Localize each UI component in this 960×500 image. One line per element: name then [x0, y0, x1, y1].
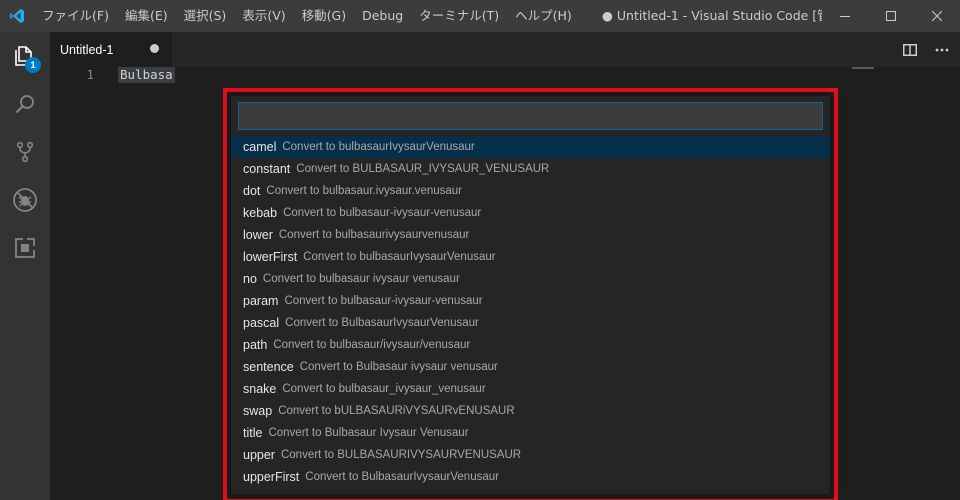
quick-pick-item-label: sentence [243, 360, 294, 374]
quick-pick-item-label: pascal [243, 316, 280, 330]
menu-item[interactable]: ファイル(F) [34, 0, 117, 32]
split-editor-button[interactable] [895, 32, 925, 67]
quick-pick-item-description: Convert to BULBASAURIVYSAURVENUSAUR [280, 449, 522, 461]
quick-pick-item-description: Convert to BulbasaurIvysaurVenusaur [285, 317, 479, 329]
quick-pick-item-description: Convert to bulbasaur.ivysaur.venusaur [266, 185, 463, 197]
activity-bar: 1 [0, 32, 50, 500]
extensions-icon [15, 238, 35, 258]
minimize-button[interactable] [822, 0, 868, 32]
quick-pick-item-label: camel [243, 140, 277, 154]
quick-pick-item-param[interactable]: param Convert to bulbasaur-ivysaur-venusa… [231, 290, 830, 312]
quick-pick-item-description: Convert to bulbasaur-ivysaur-venusaur [284, 295, 483, 307]
debug-button[interactable] [0, 176, 50, 224]
vscode-logo-icon [0, 0, 34, 32]
tab-untitled-1[interactable]: Untitled-1 [50, 32, 172, 67]
quick-pick: camel Convert to bulbasaurIvysaurVenusaur… [231, 96, 830, 494]
debug-icon [13, 188, 37, 212]
menu-item[interactable]: 移動(G) [294, 0, 354, 32]
split-editor-icon [903, 43, 917, 56]
menu-item[interactable]: 編集(E) [117, 0, 176, 32]
quick-pick-item-label: param [243, 294, 279, 308]
tab-label: Untitled-1 [60, 42, 114, 57]
title-bar: ファイル(F) 編集(E) 選択(S) 表示(V) 移動(G) Debug ターミナル(T)… [0, 0, 960, 32]
menu-item[interactable]: 選択(S) [176, 0, 235, 32]
quick-pick-item-snake[interactable]: snake Convert to bulbasaur_ivysaur_venusa… [231, 378, 830, 400]
quick-pick-item-label: upperFirst [243, 470, 300, 484]
quick-pick-item-kebab[interactable]: kebab Convert to bulbasaur-ivysaur-venusa… [231, 202, 830, 224]
extensions-button[interactable] [0, 224, 50, 272]
menu-item[interactable]: ターミナル(T) [411, 0, 507, 32]
search-icon [15, 95, 34, 114]
quick-pick-item-pascal[interactable]: pascal Convert to BulbasaurIvysaurVenusau… [231, 312, 830, 334]
close-button[interactable] [914, 0, 960, 32]
quick-pick-list: camel Convert to bulbasaurIvysaurVenusaur… [231, 136, 830, 488]
quick-pick-item-description: Convert to bulbasaurIvysaurVenusaur [282, 141, 475, 153]
explorer-button[interactable]: 1 [0, 32, 50, 80]
quick-pick-item-path[interactable]: path Convert to bulbasaur/ivysaur/venusau… [231, 334, 830, 356]
quick-pick-item-label: upper [243, 448, 275, 462]
quick-pick-item-description: Convert to bulbasaur-ivysaur-venusaur [283, 207, 482, 219]
menu-item[interactable]: 表示(V) [234, 0, 293, 32]
quick-pick-item-description: Convert to bULBASAURiVYSAURvENUSAUR [278, 405, 515, 417]
source-control-icon [16, 141, 34, 163]
explorer-badge: 1 [25, 57, 41, 73]
quick-pick-input[interactable] [238, 102, 823, 130]
quick-pick-item-constant[interactable]: constant Convert to BULBASAUR_IVYSAUR_VEN… [231, 158, 830, 180]
quick-pick-item-sentence[interactable]: sentence Convert to Bulbasaur ivysaur ven… [231, 356, 830, 378]
maximize-button[interactable] [868, 0, 914, 32]
ellipsis-icon [935, 48, 949, 51]
quick-pick-item-label: path [243, 338, 268, 352]
quick-pick-item-description: Convert to bulbasaur/ivysaur/venusaur [273, 339, 471, 351]
menu-item[interactable]: Debug [354, 0, 411, 32]
editor-area[interactable]: 1 Bulbasa camel Convert to bulbasaurIvysa… [50, 67, 960, 500]
quick-pick-item-title[interactable]: title Convert to Bulbasaur Ivysaur Venusa… [231, 422, 830, 444]
source-control-button[interactable] [0, 128, 50, 176]
minimap[interactable] [852, 67, 874, 69]
line-number: 1 [86, 67, 94, 82]
quick-pick-item-label: swap [243, 404, 273, 418]
quick-pick-item-upper[interactable]: upper Convert to BULBASAURIVYSAURVENUSAUR [231, 444, 830, 466]
quick-pick-item-label: snake [243, 382, 277, 396]
quick-pick-item-label: constant [243, 162, 291, 176]
tab-bar: Untitled-1 [50, 32, 960, 67]
code-line[interactable]: Bulbasa [118, 67, 175, 83]
quick-pick-item-upperfirst[interactable]: upperFirst Convert to BulbasaurIvysaurVen… [231, 466, 830, 488]
quick-pick-item-description: Convert to Bulbasaur Ivysaur Venusaur [268, 427, 469, 439]
unsaved-dot-icon[interactable] [150, 44, 159, 53]
quick-pick-item-swap[interactable]: swap Convert to bULBASAURiVYSAURvENUSAUR [231, 400, 830, 422]
quick-pick-item-label: lower [243, 228, 273, 242]
quick-pick-item-description: Convert to bulbasaurIvysaurVenusaur [303, 251, 496, 263]
more-actions-button[interactable] [927, 32, 957, 67]
quick-pick-item-description: Convert to bulbasaurivysaurvenusaur [278, 229, 470, 241]
quick-pick-item-camel[interactable]: camel Convert to bulbasaurIvysaurVenusaur [231, 136, 830, 158]
menu-item[interactable]: ヘルプ(H) [507, 0, 580, 32]
search-button[interactable] [0, 80, 50, 128]
quick-pick-item-description: Convert to bulbasaur ivysaur venusaur [262, 273, 460, 285]
quick-pick-item-description: Convert to bulbasaur_ivysaur_venusaur [282, 383, 486, 395]
menu-bar: ファイル(F) 編集(E) 選択(S) 表示(V) 移動(G) Debug ターミナル(T)… [34, 0, 580, 32]
quick-pick-item-no[interactable]: no Convert to bulbasaur ivysaur venusaur [231, 268, 830, 290]
window-title: ● Untitled-1 - Visual Studio Code [管理... [602, 8, 822, 23]
quick-pick-item-label: lowerFirst [243, 250, 298, 264]
quick-pick-item-description: Convert to BULBASAUR_IVYSAUR_VENUSAUR [296, 163, 550, 175]
quick-pick-item-lowerfirst[interactable]: lowerFirst Convert to bulbasaurIvysaurVen… [231, 246, 830, 268]
quick-pick-item-label: kebab [243, 206, 278, 220]
quick-pick-item-dot[interactable]: dot Convert to bulbasaur.ivysaur.venusaur [231, 180, 830, 202]
quick-pick-item-label: dot [243, 184, 261, 198]
quick-pick-item-description: Convert to Bulbasaur ivysaur venusaur [299, 361, 498, 373]
quick-pick-item-label: no [243, 272, 257, 286]
quick-pick-item-lower[interactable]: lower Convert to bulbasaurivysaurvenusaur [231, 224, 830, 246]
quick-pick-item-description: Convert to BulbasaurIvysaurVenusaur [305, 471, 499, 483]
quick-pick-item-label: title [243, 426, 263, 440]
